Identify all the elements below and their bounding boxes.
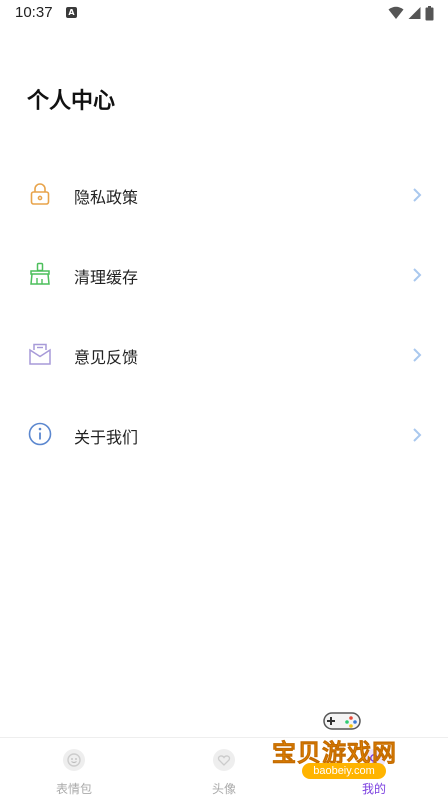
menu-item-clear-cache[interactable]: 清理缓存 bbox=[0, 235, 448, 315]
broom-icon bbox=[30, 262, 50, 285]
watermark-url: baobeiy.com bbox=[302, 763, 386, 779]
menu-item-label: 清理缓存 bbox=[74, 268, 139, 287]
tab-label: 表情包 bbox=[55, 782, 92, 796]
status-time: 10:37 bbox=[15, 4, 53, 21]
battery-icon bbox=[425, 5, 434, 20]
chevron-right-icon bbox=[413, 428, 422, 442]
tab-avatar[interactable]: 头像 bbox=[174, 748, 274, 797]
menu-item-label: 隐私政策 bbox=[74, 188, 139, 207]
mail-icon bbox=[29, 343, 51, 365]
chevron-right-icon bbox=[413, 348, 422, 362]
menu-item-about-us[interactable]: 关于我们 bbox=[0, 395, 448, 475]
menu-item-privacy-policy[interactable]: 隐私政策 bbox=[0, 155, 448, 235]
status-bar: 10:37 A bbox=[0, 0, 448, 28]
chevron-right-icon bbox=[413, 188, 422, 202]
gamepad-icon bbox=[323, 712, 361, 730]
menu-item-label: 意见反馈 bbox=[74, 348, 139, 367]
tab-label: 头像 bbox=[211, 782, 236, 796]
cellular-signal-icon bbox=[408, 7, 421, 19]
watermark-logo: 宝贝游戏网 baobeiy.com bbox=[272, 703, 448, 798]
info-icon bbox=[28, 422, 52, 446]
lock-icon bbox=[30, 183, 50, 205]
menu-item-feedback[interactable]: 意见反馈 bbox=[0, 315, 448, 395]
heart-icon bbox=[213, 749, 235, 771]
a-badge-icon: A bbox=[66, 7, 77, 18]
chevron-right-icon bbox=[413, 268, 422, 282]
tab-stickers[interactable]: 表情包 bbox=[24, 748, 124, 797]
settings-menu: 隐私政策 清理缓存 意见反馈 关于我们 bbox=[0, 155, 448, 475]
status-indicators bbox=[388, 5, 434, 21]
menu-item-label: 关于我们 bbox=[74, 428, 139, 447]
smiley-icon bbox=[63, 749, 85, 771]
wifi-icon bbox=[388, 6, 404, 19]
page-title: 个人中心 bbox=[27, 89, 116, 114]
